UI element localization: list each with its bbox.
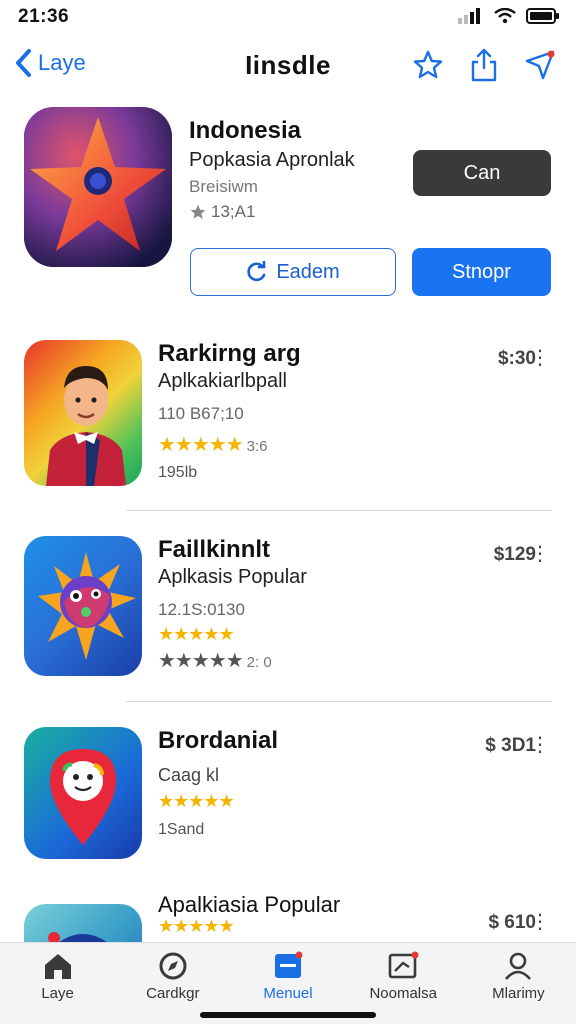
rating-text: 13;A1 xyxy=(211,202,256,221)
signal-icon xyxy=(458,8,480,24)
app-meta: 12.1S:0130 xyxy=(158,600,245,619)
app-price: $ 610 xyxy=(488,912,536,933)
compass-icon xyxy=(159,952,187,980)
apps-icon xyxy=(275,951,303,978)
status-bar: 21:36 xyxy=(0,0,576,34)
can-button[interactable]: Can xyxy=(413,150,551,196)
app-subtitle: Aplkakiarlbpall xyxy=(158,370,287,392)
nav-bar: Laye Iinsdle xyxy=(0,40,576,92)
refresh-icon xyxy=(247,261,266,282)
featured-app-icon[interactable] xyxy=(24,107,172,267)
rating-stars: ★★★★★ xyxy=(158,791,235,811)
app-icon-map-pin xyxy=(24,727,142,859)
rating-stars: ★★★★★ xyxy=(158,916,235,936)
app-icon-avatar xyxy=(24,340,142,486)
share-icon[interactable] xyxy=(470,48,498,87)
app-extra: 195lb xyxy=(158,464,198,481)
list-item[interactable]: Rarkirng arg Aplkakiarlbpall 110 B67;10 … xyxy=(0,340,576,490)
app-rating: ★★★★★ 3:6 xyxy=(158,432,268,457)
home-icon xyxy=(44,954,71,979)
featured-app: Indonesia Popkasia Apronlak Breisiwm 13;… xyxy=(24,107,554,307)
featured-app-rating: 13;A1 xyxy=(189,202,255,222)
app-name: Apalkiasia Popular xyxy=(158,892,341,917)
wifi-icon xyxy=(494,8,516,24)
rating-star-icon xyxy=(190,204,206,219)
outline-button-label: Eadem xyxy=(276,260,340,283)
status-time: 21:36 xyxy=(18,6,70,27)
app-name: Brordanial xyxy=(158,727,279,754)
divider xyxy=(126,701,552,702)
primary-button[interactable]: Stnopr xyxy=(412,248,551,296)
home-indicator xyxy=(200,1012,376,1018)
app-icon-creature xyxy=(24,536,142,676)
divider xyxy=(126,510,552,511)
person-icon xyxy=(505,952,532,980)
tab-label: Mlarimy xyxy=(492,985,545,1002)
app-rating-secondary: ★★★★★ 2: 0 xyxy=(158,648,272,673)
app-name: Faillkinnlt xyxy=(158,536,271,563)
tab-mlarimy[interactable]: Mlarimy xyxy=(461,943,576,1024)
more-options-icon[interactable]: ⋮ xyxy=(530,544,550,564)
battery-icon xyxy=(526,8,559,24)
send-icon[interactable] xyxy=(524,49,556,86)
tab-label: Cardkgr xyxy=(146,985,200,1002)
tab-label: Noomalsa xyxy=(369,985,437,1002)
tab-label: Menuel xyxy=(263,985,313,1002)
more-options-icon[interactable]: ⋮ xyxy=(530,348,550,368)
rating-stars: ★★★★★ xyxy=(158,434,244,456)
rating-stars: ★★★★★ xyxy=(158,624,235,644)
tab-laye[interactable]: Laye xyxy=(0,943,115,1024)
list-item[interactable]: Brordanial Caag kl ★★★★★ 1Sand $ 3D1 ⋮ xyxy=(0,727,576,862)
featured-app-subtitle: Popkasia Apronlak xyxy=(189,149,355,171)
star-icon[interactable] xyxy=(412,49,444,86)
app-rating: ★★★★★ xyxy=(158,916,235,937)
app-subtitle: Caag kl xyxy=(158,765,220,785)
app-meta: 110 B67;10 xyxy=(158,404,244,423)
more-options-icon[interactable]: ⋮ xyxy=(530,735,550,755)
tab-label: Laye xyxy=(41,985,74,1002)
list-item[interactable]: Faillkinnlt Aplkasis Popular 12.1S:0130 … xyxy=(0,536,576,681)
app-rating: ★★★★★ xyxy=(158,624,235,645)
app-rating: ★★★★★ xyxy=(158,791,235,812)
nav-actions xyxy=(412,48,556,87)
rating-count: 2: 0 xyxy=(246,654,272,671)
app-name: Rarkirng arg xyxy=(158,340,301,367)
rating-count: 3:6 xyxy=(246,438,268,455)
app-subtitle: Aplkasis Popular xyxy=(158,566,307,588)
rating-stars: ★★★★★ xyxy=(158,650,244,672)
app-price: $ 3D1 xyxy=(485,735,536,756)
more-options-icon[interactable]: ⋮ xyxy=(530,912,550,932)
status-icons xyxy=(458,8,560,24)
featured-app-developer: Breisiwm xyxy=(189,177,258,196)
app-extra: 1Sand xyxy=(158,821,205,838)
featured-app-title: Indonesia xyxy=(189,117,302,144)
news-icon xyxy=(388,951,419,979)
outline-button[interactable]: Eadem xyxy=(190,248,396,296)
